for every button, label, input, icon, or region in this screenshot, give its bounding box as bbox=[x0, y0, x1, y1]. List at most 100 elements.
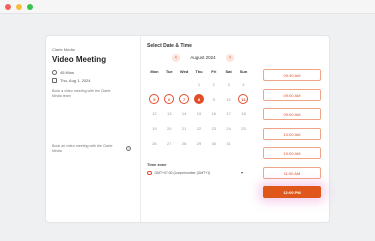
calendar-week-row: 12 13 14 15 16 17 18 bbox=[147, 107, 251, 122]
calendar-day: 24 bbox=[221, 123, 236, 134]
calendar-week-row: 1 2 3 4 bbox=[147, 77, 251, 92]
time-slot-button[interactable]: 09:00 AM bbox=[263, 108, 321, 120]
available-day[interactable]: 5 bbox=[147, 94, 162, 105]
calendar-week-row: 5 6 7 8 9 10 11 bbox=[147, 92, 251, 107]
available-day[interactable]: 7 bbox=[177, 94, 192, 105]
calendar-day: 16 bbox=[206, 108, 221, 119]
day-number: 2 bbox=[212, 81, 215, 87]
window-titlebar bbox=[0, 0, 375, 14]
day-number: 25 bbox=[241, 126, 246, 132]
day-number: 17 bbox=[226, 111, 231, 117]
day-number: 30 bbox=[211, 141, 217, 147]
day-number: 1 bbox=[197, 81, 201, 87]
day-number: 12 bbox=[152, 111, 157, 117]
timezone-value: GMT+07:00 (Lunper/umber (GMT+1) bbox=[154, 171, 211, 175]
calendar-day: 3 bbox=[221, 79, 236, 90]
day-number: 15 bbox=[196, 111, 202, 117]
calendar-day: 27 bbox=[162, 138, 177, 149]
calendar-day: 4 bbox=[236, 79, 251, 90]
day-number: 13 bbox=[167, 111, 172, 117]
close-window-dot[interactable] bbox=[5, 4, 11, 10]
weekday-label: Tue bbox=[165, 69, 173, 74]
event-description: Book a video meeting with the Clarte Med… bbox=[52, 89, 111, 98]
calendar-grid: Mon Tue Wed Thu Fri Sat Sun 1 2 3 4 5 6 7 8 9 10 11 12 13 1… bbox=[147, 69, 251, 151]
calendar-day: 29 bbox=[192, 138, 207, 149]
day-number: 14 bbox=[181, 111, 187, 117]
duration-text: 45 Mins bbox=[60, 70, 75, 75]
calendar-day: 31 bbox=[221, 138, 236, 149]
day-number: 31 bbox=[226, 141, 231, 147]
calendar-day: 19 bbox=[147, 123, 162, 134]
date-row: Thu, Aug 1, 2024 bbox=[52, 78, 90, 83]
event-note: Book an video meeting with the Clarte Me… bbox=[52, 144, 113, 153]
calendar-day: 17 bbox=[221, 108, 236, 119]
day-number: 27 bbox=[167, 141, 172, 147]
timezone-select[interactable]: GMT+07:00 (Lunper/umber (GMT+1) ▾ bbox=[147, 169, 243, 177]
organization-name: Clarte Media bbox=[52, 47, 75, 52]
calendar-day: 14 bbox=[177, 108, 192, 119]
selected-time-slot[interactable]: 12:00 PM bbox=[263, 186, 321, 198]
calendar-day: 10 bbox=[221, 94, 236, 105]
calendar-day: 23 bbox=[206, 123, 221, 134]
selected-date-text: Thu, Aug 1, 2024 bbox=[60, 78, 91, 83]
day-number: 3 bbox=[227, 81, 230, 87]
time-slot-button[interactable]: 10:00 AM bbox=[263, 127, 321, 140]
calendar-day: 28 bbox=[177, 138, 192, 149]
day-number: 8 bbox=[193, 94, 204, 105]
calendar-day: 15 bbox=[192, 108, 207, 119]
calendar-day: 25 bbox=[236, 123, 251, 134]
day-number: 28 bbox=[181, 141, 187, 147]
calendar-week-row: 19 20 21 22 23 24 25 bbox=[147, 121, 251, 136]
day-number: 23 bbox=[211, 126, 217, 132]
day-number: 4 bbox=[242, 81, 245, 87]
day-number: 5 bbox=[149, 94, 160, 105]
calendar-day: 22 bbox=[192, 123, 207, 134]
globe-icon bbox=[147, 170, 152, 176]
day-number: 16 bbox=[211, 111, 217, 117]
duration-row: 45 Mins bbox=[52, 70, 74, 75]
minimize-window-dot[interactable] bbox=[16, 4, 22, 10]
time-slot-button[interactable]: 11:00 AM bbox=[263, 166, 321, 179]
weekday-label: Mon bbox=[150, 69, 159, 74]
month-navigation: ‹ August 2024 › bbox=[172, 54, 234, 63]
time-slot-button[interactable]: 09:00 AM bbox=[263, 88, 321, 101]
booking-card: Clarte Media Video Meeting 45 Mins Thu, … bbox=[45, 35, 330, 223]
calendar-day: 9 bbox=[206, 94, 221, 105]
chevron-right-icon[interactable]: › bbox=[226, 54, 234, 62]
clock-icon bbox=[52, 70, 57, 75]
selected-day[interactable]: 8 bbox=[192, 94, 207, 105]
timezone-label: Time zone bbox=[147, 162, 167, 167]
maximize-window-dot[interactable] bbox=[27, 4, 33, 10]
section-heading: Select Date & Time bbox=[147, 43, 192, 49]
chevron-down-icon: ▾ bbox=[240, 170, 243, 175]
available-day[interactable]: 6 bbox=[162, 94, 177, 105]
calendar-week-row: 26 27 28 29 30 31 bbox=[147, 136, 251, 151]
calendar-weeks: 1 2 3 4 5 6 7 8 9 10 11 12 13 14 15 16 17 18 19 20 21 22 23 24 2… bbox=[147, 77, 251, 151]
day-number: 9 bbox=[212, 96, 215, 102]
calendar-day: 30 bbox=[206, 138, 221, 149]
time-slot-button[interactable]: 09:30 AM bbox=[263, 69, 321, 81]
event-title: Video Meeting bbox=[52, 55, 107, 64]
weekday-label: Wed bbox=[179, 69, 189, 74]
day-number: 26 bbox=[152, 141, 157, 147]
info-icon[interactable]: ? bbox=[126, 146, 131, 151]
day-number: 29 bbox=[196, 141, 202, 147]
calendar-day: 20 bbox=[162, 123, 177, 134]
time-slot-list: 09:30 AM 09:00 AM 09:00 AM 10:00 AM 10:00 AM… bbox=[263, 69, 321, 206]
time-slot-button[interactable]: 10:00 AM bbox=[263, 147, 321, 159]
day-number: 11 bbox=[238, 94, 249, 105]
calendar-day: 21 bbox=[177, 123, 192, 134]
calendar-day: 2 bbox=[206, 79, 221, 90]
weekday-label: Sat bbox=[225, 69, 232, 74]
calendar-icon bbox=[52, 78, 57, 83]
day-number: 6 bbox=[164, 94, 175, 105]
calendar-day: 13 bbox=[162, 108, 177, 119]
day-number: 24 bbox=[226, 126, 231, 132]
weekday-label: Thu bbox=[195, 69, 203, 74]
weekday-header: Mon Tue Wed Thu Fri Sat Sun bbox=[147, 69, 251, 77]
chevron-left-icon[interactable]: ‹ bbox=[172, 54, 180, 62]
calendar-day: 1 bbox=[192, 79, 207, 90]
available-day[interactable]: 11 bbox=[236, 94, 251, 105]
day-number: 7 bbox=[179, 94, 190, 105]
weekday-label: Fri bbox=[211, 69, 217, 74]
